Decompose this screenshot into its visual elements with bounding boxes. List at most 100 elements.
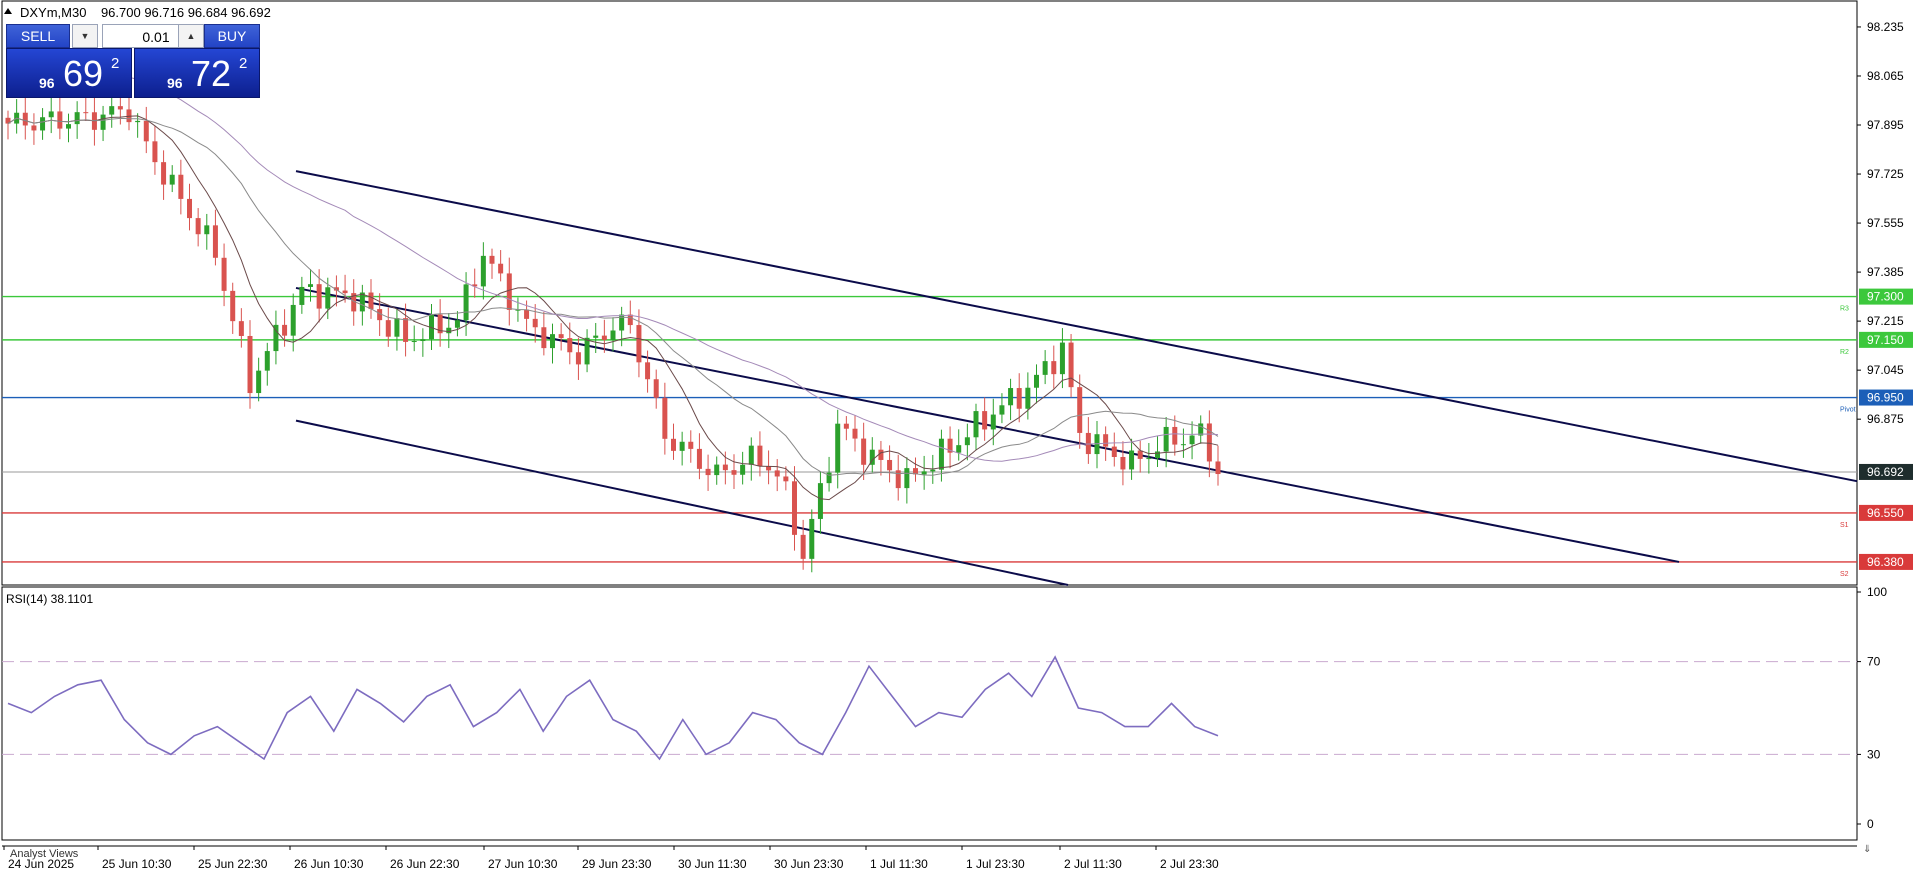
candle-body [956, 445, 962, 453]
candle-body [688, 441, 694, 449]
candle-body [178, 174, 184, 199]
candle-body [1215, 461, 1221, 475]
candle-body [601, 335, 607, 340]
buy-price-pip: 2 [239, 55, 248, 72]
candle-body [999, 405, 1005, 415]
price-tick-label: 96.875 [1867, 412, 1904, 426]
price-tick-label: 97.555 [1867, 216, 1904, 230]
candle-body [1163, 426, 1169, 452]
candle-body [731, 470, 737, 475]
volume-decrease-button[interactable]: ▼ [72, 24, 98, 48]
level-tag-s2: S2 [1840, 571, 1849, 578]
candle-body [610, 330, 616, 340]
chevron-up-icon: ▲ [186, 31, 196, 41]
price-tick-label: 97.725 [1867, 167, 1904, 181]
collapse-arrow-icon[interactable] [4, 8, 12, 14]
candle-body [662, 397, 668, 439]
price-tick-label: 97.045 [1867, 363, 1904, 377]
candle-body [1189, 435, 1195, 445]
rsi-label: RSI(14) 38.1101 [6, 592, 94, 606]
candle-body [714, 464, 720, 476]
time-label: 27 Jun 10:30 [488, 857, 558, 871]
candle-body [169, 174, 175, 185]
rsi-pane[interactable] [1, 586, 1858, 841]
candle-body [342, 290, 348, 294]
candle-body [757, 445, 763, 467]
price-tick-label: 98.235 [1867, 20, 1904, 34]
candle-body [645, 362, 651, 380]
analyst-views-tab[interactable]: Analyst Views [10, 848, 78, 860]
main-chart-pane[interactable] [1, 0, 1858, 586]
rsi-tick-label: 30 [1867, 747, 1881, 761]
sell-button[interactable]: SELL [6, 24, 70, 48]
time-label: 25 Jun 22:30 [198, 857, 268, 871]
candle-body [817, 483, 823, 519]
candle-body [748, 445, 754, 465]
current-price-label: 96.692 [1867, 465, 1904, 479]
candle-body [66, 124, 71, 129]
level-price-label: 96.380 [1867, 555, 1904, 569]
sell-price-main: 69 [63, 53, 104, 94]
candle-body [1172, 426, 1178, 445]
candle-body [1008, 388, 1014, 406]
candle-body [1120, 456, 1126, 470]
candle-body [109, 106, 115, 115]
candle-body [800, 534, 806, 559]
time-label: 26 Jun 22:30 [390, 857, 460, 871]
time-label: 29 Jun 23:30 [582, 857, 652, 871]
price-tick-label: 97.215 [1867, 314, 1904, 328]
level-tag-r2: R2 [1840, 349, 1849, 356]
sell-price-button[interactable]: 96 69 2 [6, 48, 132, 98]
candle-body [368, 292, 374, 310]
candle-body [411, 341, 417, 343]
candle-body [282, 324, 288, 336]
candle-body [308, 284, 313, 287]
candle-body [532, 318, 538, 328]
level-tag-pivot: Pivot [1840, 407, 1856, 414]
chart-canvas[interactable]: 98.235 98.065 97.895 97.725 97.555 97.385 97.2… [0, 0, 1916, 874]
buy-price-button[interactable]: 96 72 2 [134, 48, 260, 98]
candle-body [230, 290, 236, 322]
candle-body [195, 218, 201, 235]
candle-body [982, 411, 988, 430]
candle-body [852, 428, 858, 439]
candle-body [1042, 361, 1048, 375]
price-tick-label: 97.385 [1867, 265, 1904, 279]
buy-price-prefix: 96 [167, 75, 183, 91]
time-label: 30 Jun 11:30 [678, 857, 747, 871]
time-label: 2 Jul 23:30 [1160, 857, 1219, 871]
candle-body [480, 255, 486, 287]
candle-body [1137, 450, 1143, 459]
candle-body [212, 225, 218, 258]
time-label: 30 Jun 23:30 [774, 857, 844, 871]
candle-body [1155, 451, 1160, 459]
candle-body [861, 438, 867, 465]
candle-body [489, 255, 495, 264]
candle-body [264, 351, 270, 371]
candle-body [316, 284, 322, 309]
candle-body [878, 449, 884, 460]
candle-body [1103, 434, 1109, 447]
candle-body [48, 111, 54, 118]
candle-body [100, 114, 106, 130]
candle-body [1051, 361, 1057, 375]
candle-body [584, 337, 590, 365]
candle-body [1146, 458, 1152, 460]
price-tick-label: 98.065 [1867, 69, 1904, 83]
sell-price-prefix: 96 [39, 75, 55, 91]
candle-body [74, 112, 80, 125]
price-tick-label: 97.895 [1867, 118, 1904, 132]
buy-button[interactable]: BUY [204, 24, 260, 48]
ohlc-readout: 96.700 96.716 96.684 96.692 [100, 5, 271, 20]
candle-body [835, 423, 841, 473]
candle-body [973, 411, 979, 438]
candle-body [1077, 387, 1083, 433]
volume-increase-button[interactable]: ▲ [178, 24, 204, 48]
candle-body [420, 339, 426, 342]
candle-body [506, 273, 512, 310]
level-tag-s1: S1 [1840, 522, 1849, 529]
candle-body [783, 476, 789, 482]
candle-body [653, 379, 659, 398]
candle-body [593, 335, 599, 338]
candle-body [31, 125, 37, 131]
